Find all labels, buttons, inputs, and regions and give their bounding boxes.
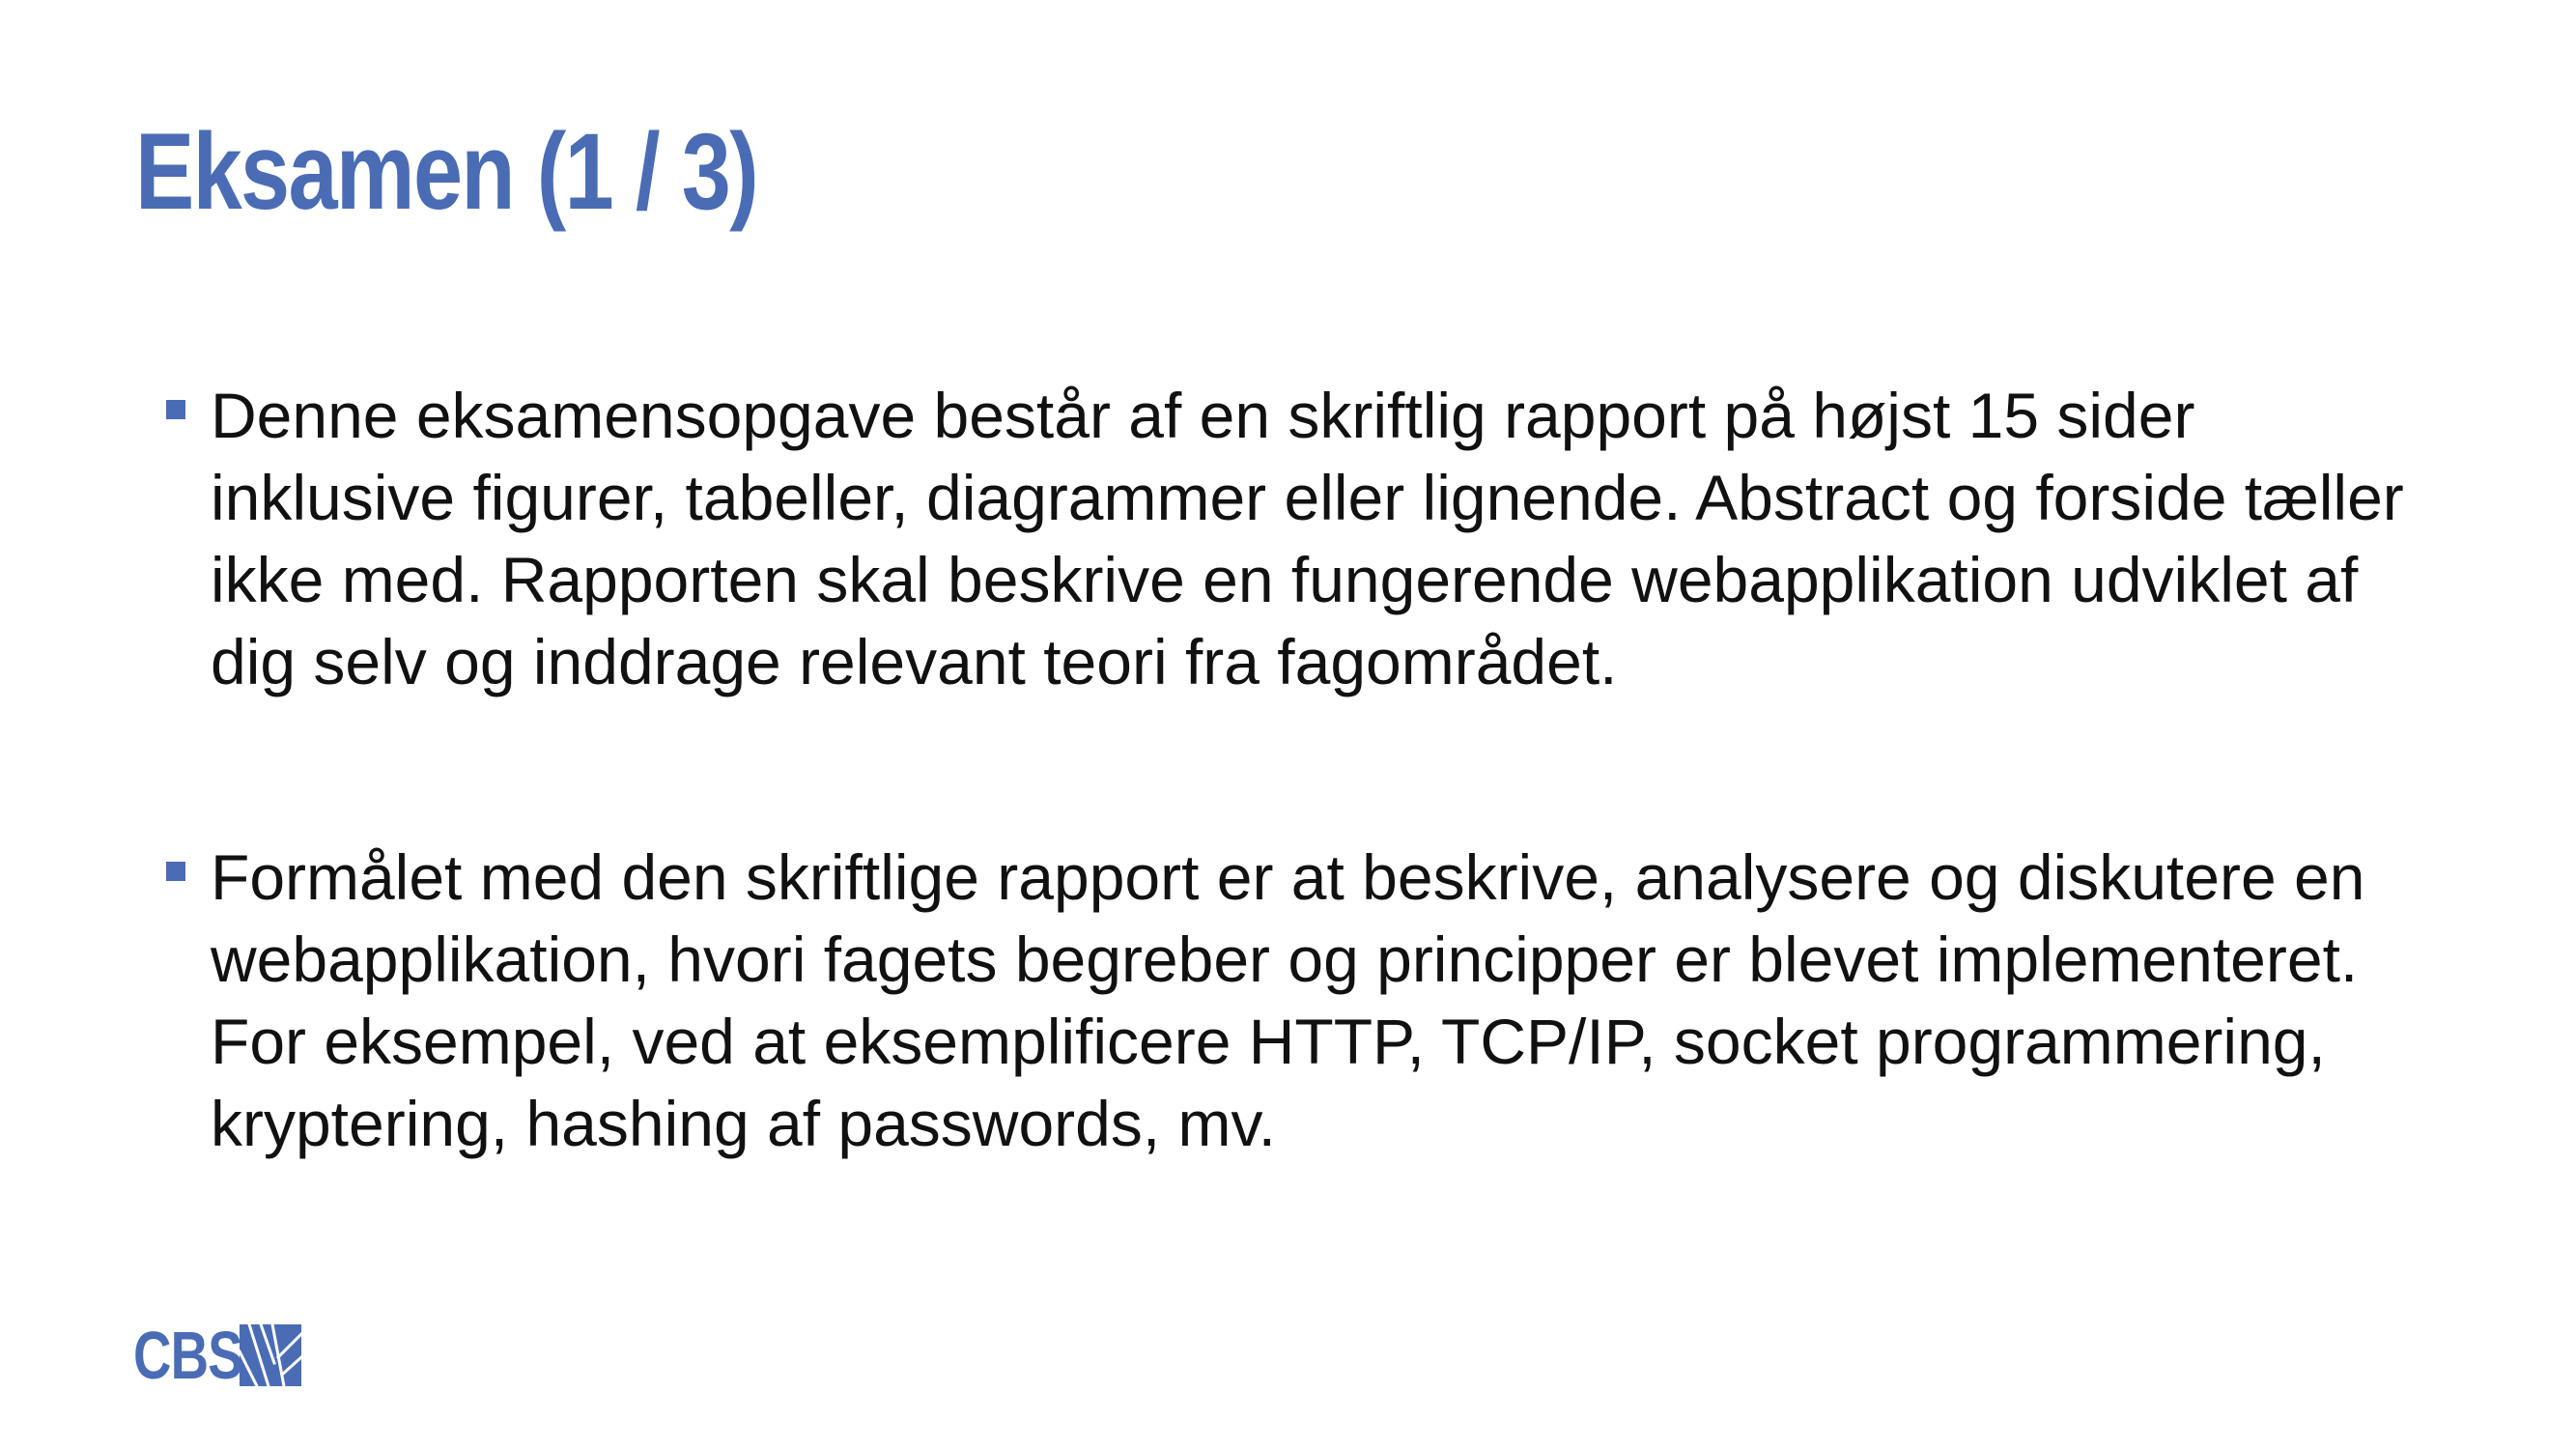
bullet-text: Formålet med den skriftlige rapport er a… <box>211 841 2365 1159</box>
slide-title: Eksamen (1 / 3) <box>135 111 759 232</box>
bullet-list: Denne eksamensopgave består af en skrift… <box>166 375 2446 1165</box>
slide: Eksamen (1 / 3) Denne eksamensopgave bes… <box>0 0 2576 1449</box>
bullet-item: Formålet med den skriftlige rapport er a… <box>166 837 2446 1165</box>
square-bullet-icon <box>166 862 185 881</box>
cbs-logo: CBS <box>133 1318 301 1393</box>
cbs-logo-mark-icon <box>240 1324 301 1386</box>
bullet-text: Denne eksamensopgave består af en skrift… <box>211 380 2404 697</box>
bullet-item: Denne eksamensopgave består af en skrift… <box>166 375 2446 703</box>
logo-text: CBS <box>133 1318 243 1393</box>
square-bullet-icon <box>166 400 185 419</box>
